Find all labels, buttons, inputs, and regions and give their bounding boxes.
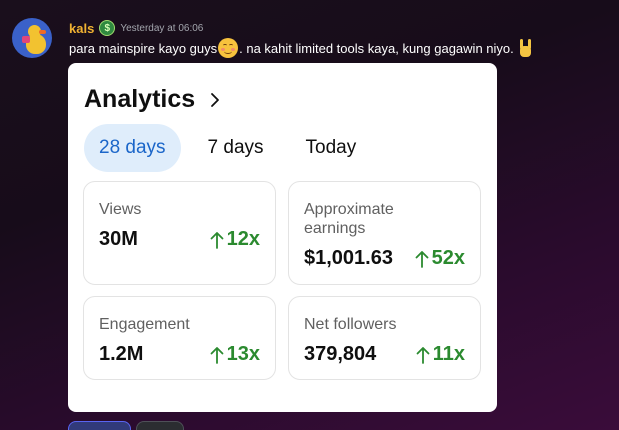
message-header: kals $ Yesterday at 06:06 [69,19,203,37]
message-timestamp: Yesterday at 06:06 [120,22,204,34]
avatar[interactable] [12,18,52,58]
metric-engagement[interactable]: Engagement 1.2M 13x [83,296,276,380]
metric-label: Approximate earnings [304,200,394,238]
metric-net-followers[interactable]: Net followers 379,804 11x [288,296,481,380]
metric-value: 30M [99,228,138,250]
analytics-card[interactable]: Analytics 28 days 7 days Today Views 30M… [68,63,497,412]
message-text-part2: . na kahit limited tools kaya, kung gaga… [239,41,514,56]
reaction-button[interactable] [68,421,131,430]
metric-label-line: earnings [304,220,366,237]
message-content: para mainspire kayo guys . na kahit limit… [69,38,534,60]
metric-growth-value: 12x [226,228,260,250]
arrow-up-icon [416,346,430,364]
duck-bow [22,36,30,43]
duck-beak [39,30,46,34]
metric-views[interactable]: Views 30M 12x [83,181,276,285]
metric-value: $1,001.63 [304,247,393,269]
metric-label-line: Approximate [304,201,394,218]
rock-on-hand-icon[interactable] [516,38,534,58]
metric-label-line: Net followers [304,316,397,333]
period-tabs: 28 days 7 days Today [84,124,383,172]
tab-today[interactable]: Today [291,124,372,172]
metric-value: 379,804 [304,343,377,365]
metric-growth: 13x [210,343,260,366]
arrow-up-icon [210,346,224,364]
username[interactable]: kals [69,21,94,36]
tab-7-days[interactable]: 7 days [193,124,279,172]
chevron-right-icon [211,92,220,107]
metric-growth: 11x [416,343,465,366]
metric-label-line: Engagement [99,316,190,333]
metric-label: Views [99,200,141,219]
metric-label: Engagement [99,315,190,334]
metric-value: 1.2M [99,343,144,365]
metric-growth-value: 13x [226,343,260,365]
metric-label: Net followers [304,315,396,334]
money-badge-icon[interactable]: $ [99,20,116,36]
metric-label-line: Views [99,201,142,218]
reactions-bar [68,421,189,430]
arrow-up-icon [415,250,429,268]
metric-approximate-earnings[interactable]: Approximate earnings $1,001.63 52x [288,181,481,285]
add-reaction-button[interactable] [136,421,184,430]
tab-28-days[interactable]: 28 days [84,124,181,172]
analytics-title: Analytics [84,85,196,113]
metric-growth: 52x [415,247,465,270]
metric-growth-value: 52x [431,247,465,269]
arrow-up-icon [210,231,224,249]
metric-growth: 12x [210,228,260,251]
message-text-part1: para mainspire kayo guys [69,41,218,56]
smiling-face-icon[interactable] [218,38,239,58]
analytics-title-row[interactable]: Analytics [84,85,223,114]
metric-growth-value: 11x [432,343,465,365]
